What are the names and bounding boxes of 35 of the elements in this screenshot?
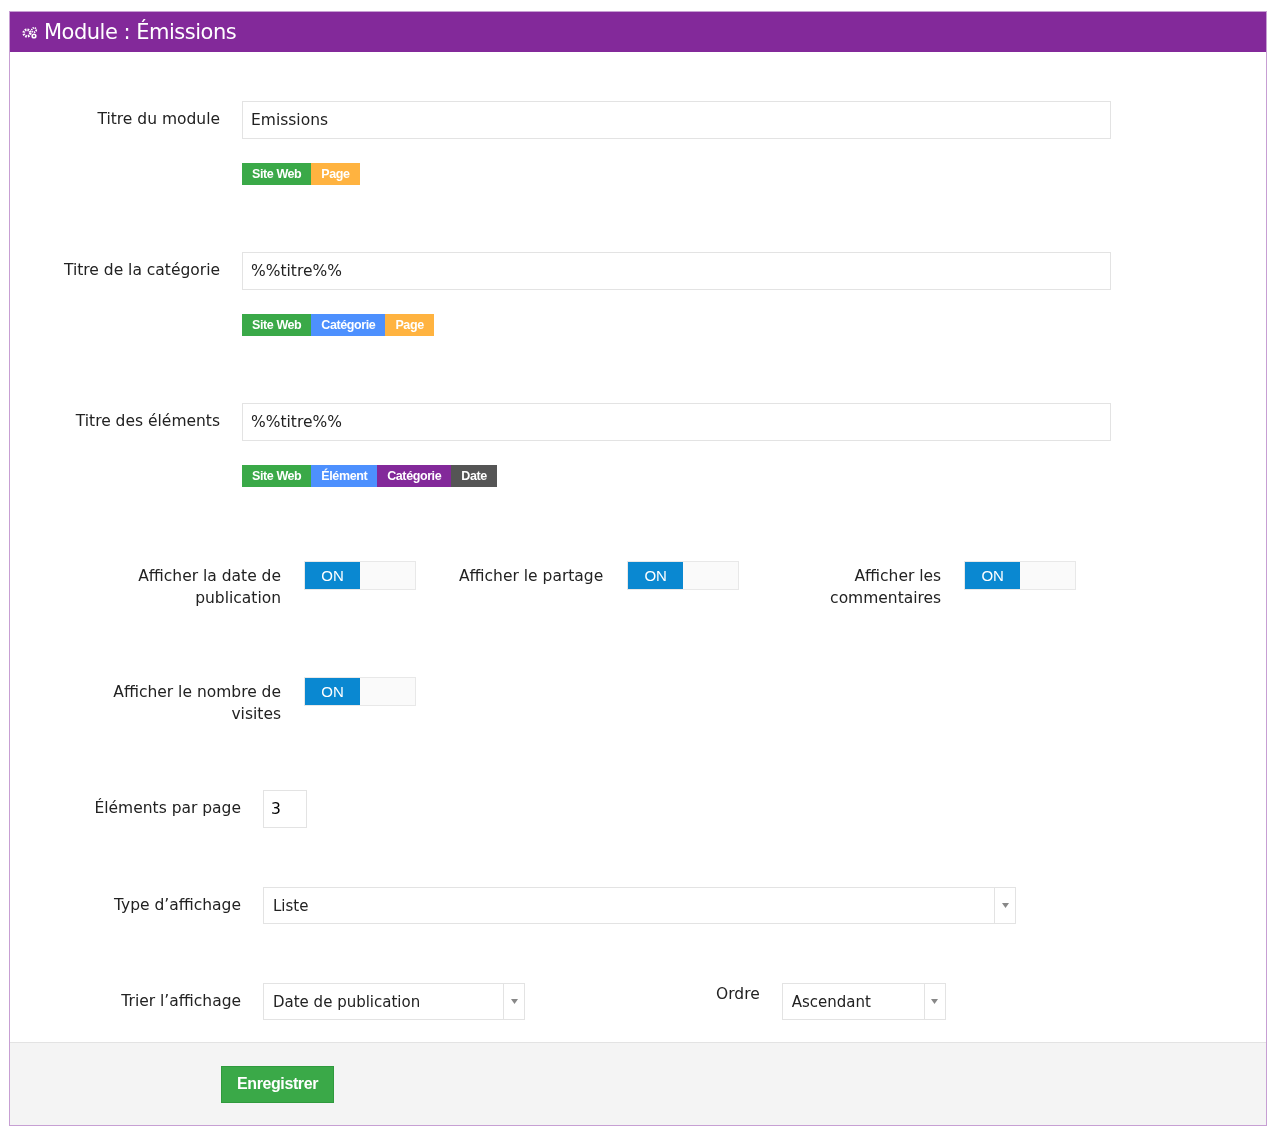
text-input[interactable]: Emissions [242,101,1111,139]
field-label: Afficher la date de publication [137,566,281,609]
text-input[interactable]: %%titre%% [242,252,1111,290]
field-label: Titre du module [96,109,220,130]
field-label: Trier l’affichage [120,991,241,1012]
variable-tag[interactable]: Site Web [242,465,312,487]
save-button[interactable]: Enregistrer [221,1065,334,1103]
number-input[interactable]: 3 [263,790,307,828]
caret-icon [931,999,939,1004]
variable-tag[interactable]: Catégorie [377,465,452,487]
field-label: Afficher les commentaires [829,566,942,609]
dropdown-field[interactable]: Liste [263,887,1016,924]
panel-title: Module : Émissions [44,20,237,44]
field-label: Ordre [716,984,760,1003]
variable-tag[interactable]: Site Web [242,314,312,336]
toggle-switch[interactable]: ON [304,561,416,590]
caret-icon [510,999,518,1004]
field-label: Titre des éléments [74,411,220,432]
toggle-switch[interactable]: ON [964,561,1077,590]
field-label: Éléments par page [93,797,241,819]
dropdown-field[interactable]: Ascendant [781,983,946,1020]
variable-tag[interactable]: Date [451,465,497,487]
variable-tag[interactable]: Site Web [242,163,312,185]
field-label: Titre de la catégorie [62,260,220,281]
text-input[interactable]: %%titre%% [242,403,1111,441]
variable-tag[interactable]: Élément [311,465,378,487]
variable-tag[interactable]: Catégorie [311,314,386,336]
toggle-switch[interactable]: ON [304,677,416,706]
toggle-switch[interactable]: ON [627,561,740,590]
field-label: Afficher le nombre de visites [112,682,281,725]
field-label: Afficher le partage [459,566,604,587]
gears-icon [22,25,38,39]
field-label: Type d’affichage [113,895,241,916]
caret-icon [1001,903,1009,908]
dropdown-field[interactable]: Date de publication [263,983,525,1020]
